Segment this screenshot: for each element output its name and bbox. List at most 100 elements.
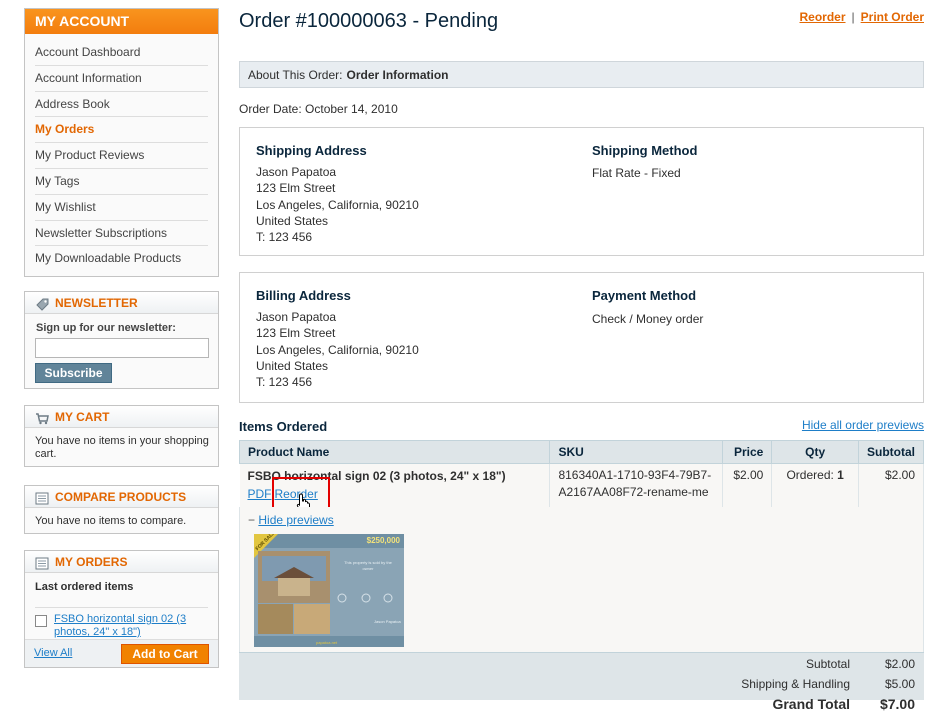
order-totals: Subtotal $2.00 Shipping & Handling $5.00…	[239, 652, 924, 712]
compare-empty-text: You have no items to compare.	[35, 515, 187, 527]
account-block: MY ACCOUNT Account Dashboard Account Inf…	[24, 8, 219, 277]
billing-address-line: Jason Papatoa	[256, 310, 337, 324]
shipping-address-line: 123 Elm Street	[256, 181, 336, 196]
billing-address-title: Billing Address	[256, 288, 351, 303]
col-price: Price	[722, 440, 773, 464]
preview-price: $250,000	[366, 536, 400, 545]
product-preview-image[interactable]: FOR SALE $250,000 This property is sold …	[254, 534, 404, 647]
add-to-cart-button[interactable]: Add to Cart	[121, 644, 209, 664]
shipping-row: Shipping & Handling $5.00	[239, 675, 924, 695]
payment-method-title: Payment Method	[592, 288, 697, 303]
about-order-tab: Order Information	[346, 68, 449, 82]
subtotal-row: Subtotal $2.00	[239, 655, 924, 675]
order-preview: − Hide previews FOR SALE $250,000 This p…	[239, 507, 924, 652]
account-nav-item-address-book[interactable]: Address Book	[35, 92, 208, 118]
col-product-name: Product Name	[238, 440, 551, 464]
preview-blurb-line: owner	[362, 566, 374, 571]
list-icon	[35, 555, 49, 570]
items-ordered-title: Items Ordered	[239, 419, 328, 434]
shipping-address-line: Los Angeles, California, 90210	[256, 197, 419, 212]
billing-address: Jason Papatoa 123 Elm Street Los Angeles…	[256, 309, 419, 390]
list-icon	[35, 490, 49, 505]
cart-empty-text: You have no items in your shopping cart.	[35, 435, 209, 460]
cart-title: MY CART	[55, 409, 110, 424]
hide-all-previews-link[interactable]: Hide all order previews	[802, 418, 924, 432]
print-order-link[interactable]: Print Order	[861, 10, 924, 24]
grand-total-label: Grand Total	[772, 696, 850, 712]
my-orders-title: MY ORDERS	[55, 554, 128, 569]
account-nav-item-dashboard[interactable]: Account Dashboard	[35, 40, 208, 66]
newsletter-header: NEWSLETTER	[25, 292, 218, 314]
grand-total-row: Grand Total $7.00	[239, 695, 924, 715]
subtotal-value: $2.00	[884, 657, 915, 671]
shipping-address-title: Shipping Address	[256, 143, 367, 158]
newsletter-label: Sign up for our newsletter:	[36, 322, 176, 334]
preview-website: papatoa.net	[316, 640, 338, 645]
my-orders-header: MY ORDERS	[25, 551, 218, 573]
shipping-address-line: T: 123 456	[256, 230, 313, 245]
page-title: Order #100000063 - Pending	[239, 10, 499, 32]
shipping-address: Jason Papatoa 123 Elm Street Los Angeles…	[256, 164, 419, 245]
newsletter-title: NEWSLETTER	[55, 295, 138, 310]
billing-box: Billing Address Jason Papatoa 123 Elm St…	[239, 272, 924, 403]
sku-line: 816340A1-1710-93F4-79B7-	[558, 468, 712, 482]
compare-block: COMPARE PRODUCTS You have no items to co…	[24, 485, 219, 534]
shipping-method-value: Flat Rate - Fixed	[592, 166, 681, 180]
subscribe-button[interactable]: Subscribe	[35, 363, 112, 383]
account-title: MY ACCOUNT	[25, 9, 218, 34]
compare-title: COMPARE PRODUCTS	[55, 489, 187, 504]
last-ordered-label: Last ordered items	[35, 581, 134, 593]
my-orders-footer: View All Add to Cart	[25, 639, 218, 667]
newsletter-email-input[interactable]	[35, 338, 209, 358]
cart-header: MY CART	[25, 406, 218, 428]
billing-address-line: 123 Elm Street	[256, 326, 336, 341]
pdf-link[interactable]: PDF	[248, 487, 272, 501]
link-separator: |	[851, 10, 855, 24]
about-order-label: About This Order:	[248, 68, 343, 82]
col-qty: Qty	[771, 440, 859, 464]
collapse-icon: −	[248, 513, 256, 527]
shipping-address-line: United States	[256, 213, 329, 228]
subtotal-label: Subtotal	[805, 657, 850, 671]
reorder-link[interactable]: Reorder	[800, 10, 846, 24]
last-ordered-item: FSBO horizontal sign 02 (3 photos, 24" x…	[35, 607, 208, 638]
newsletter-block: NEWSLETTER Sign up for our newsletter: S…	[24, 291, 219, 389]
billing-address-line: T: 123 456	[256, 375, 313, 390]
account-nav-item-wishlist[interactable]: My Wishlist	[35, 195, 208, 221]
col-sku: SKU	[549, 440, 724, 464]
preview-contact: Jason Papatoa	[374, 619, 401, 624]
account-nav-item-my-orders: My Orders	[35, 117, 208, 144]
account-nav-item-newsletter[interactable]: Newsletter Subscriptions	[35, 221, 208, 247]
payment-method-value: Check / Money order	[592, 312, 704, 326]
shipping-method-title: Shipping Method	[592, 143, 698, 158]
account-nav-item-tags[interactable]: My Tags	[35, 169, 208, 195]
envelope-tag-icon	[35, 296, 49, 311]
preview-blurb: This property is sold by the owner	[336, 560, 400, 572]
qty-value: 1	[837, 468, 844, 482]
last-ordered-checkbox[interactable]	[35, 615, 47, 627]
subtotal-cell: $2.00	[858, 463, 924, 508]
account-nav: Account Dashboard Account Information Ad…	[25, 40, 218, 272]
sku-line: A2167AA08F72-rename-me	[558, 485, 709, 499]
items-table: Product Name SKU Price Qty Subtotal FSBO…	[238, 440, 924, 508]
about-order-bar: About This Order: Order Information	[239, 61, 924, 88]
compare-header: COMPARE PRODUCTS	[25, 486, 218, 508]
account-nav-item-information[interactable]: Account Information	[35, 66, 208, 92]
hide-previews-link[interactable]: Hide previews	[258, 513, 333, 527]
shipping-address-line: Jason Papatoa	[256, 165, 337, 179]
billing-address-line: Los Angeles, California, 90210	[256, 342, 419, 357]
table-row: FSBO horizontal sign 02 (3 photos, 24" x…	[239, 463, 924, 508]
shipping-value: $5.00	[884, 677, 915, 691]
account-nav-item-downloadable[interactable]: My Downloadable Products	[35, 246, 208, 272]
items-table-header: Product Name SKU Price Qty Subtotal	[238, 440, 924, 464]
cart-icon	[35, 410, 49, 425]
billing-address-line: United States	[256, 358, 329, 373]
shipping-box: Shipping Address Jason Papatoa 123 Elm S…	[239, 127, 924, 256]
grand-total-value: $7.00	[879, 696, 915, 712]
order-date: Order Date: October 14, 2010	[239, 102, 398, 116]
cart-block: MY CART You have no items in your shoppi…	[24, 405, 219, 467]
last-ordered-product-link[interactable]: FSBO horizontal sign 02 (3 photos, 24" x…	[54, 613, 208, 639]
shipping-label: Shipping & Handling	[741, 677, 850, 691]
view-all-link[interactable]: View All	[34, 647, 72, 659]
account-nav-item-product-reviews[interactable]: My Product Reviews	[35, 143, 208, 169]
